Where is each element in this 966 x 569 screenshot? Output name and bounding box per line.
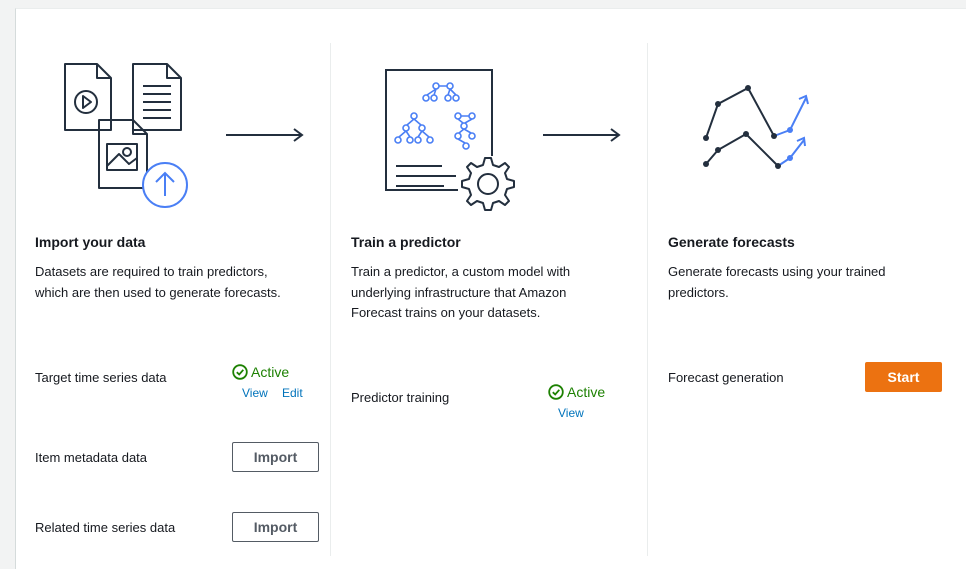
train-predictor-illustration xyxy=(385,69,515,211)
target-time-series-edit-link[interactable]: Edit xyxy=(282,386,303,400)
generate-forecasts-illustration xyxy=(703,85,809,169)
description-line: predictors. xyxy=(668,284,729,300)
target-time-series-status: Active xyxy=(232,364,289,380)
forecast-generation-label: Forecast generation xyxy=(668,370,784,385)
predictor-training-view-link[interactable]: View xyxy=(558,406,584,420)
arrow-right-icon xyxy=(226,128,304,142)
import-related-time-series-button[interactable]: Import xyxy=(232,512,319,542)
item-metadata-label: Item metadata data xyxy=(35,450,148,465)
column-divider xyxy=(330,43,331,556)
step-description-generate-forecasts: Generate forecasts using your trained pr… xyxy=(668,262,886,303)
step-title-import-data: Import your data xyxy=(35,234,146,250)
column-divider xyxy=(647,43,648,556)
start-forecast-button[interactable]: Start xyxy=(865,362,942,392)
target-time-series-view-link[interactable]: View xyxy=(242,386,268,400)
related-time-series-label: Related time series data xyxy=(35,520,176,535)
check-circle-icon xyxy=(548,384,564,400)
description-line: underlying infrastructure that Amazon xyxy=(351,284,567,300)
step-title-generate-forecasts: Generate forecasts xyxy=(668,234,795,250)
description-line: Forecast trains on your datasets. xyxy=(351,305,541,320)
import-data-illustration xyxy=(64,63,188,208)
description-line: Datasets are required to train predictor… xyxy=(35,264,268,279)
status-text: Active xyxy=(251,364,290,380)
check-circle-icon xyxy=(232,364,248,380)
description-line: Generate forecasts using your trained xyxy=(668,264,886,279)
description-line: which are then used to generate forecast… xyxy=(35,284,281,300)
description-line: Train a predictor, a custom model with xyxy=(351,264,571,279)
arrow-right-icon xyxy=(543,128,621,142)
target-time-series-label: Target time series data xyxy=(35,370,167,385)
step-description-train-predictor: Train a predictor, a custom model with u… xyxy=(351,262,570,324)
predictor-training-status: Active xyxy=(548,384,605,400)
step-description-import-data: Datasets are required to train predictor… xyxy=(35,262,281,303)
import-item-metadata-button[interactable]: Import xyxy=(232,442,319,472)
predictor-training-label: Predictor training xyxy=(351,390,450,405)
step-title-train-predictor: Train a predictor xyxy=(351,234,461,250)
status-text: Active xyxy=(567,384,606,400)
